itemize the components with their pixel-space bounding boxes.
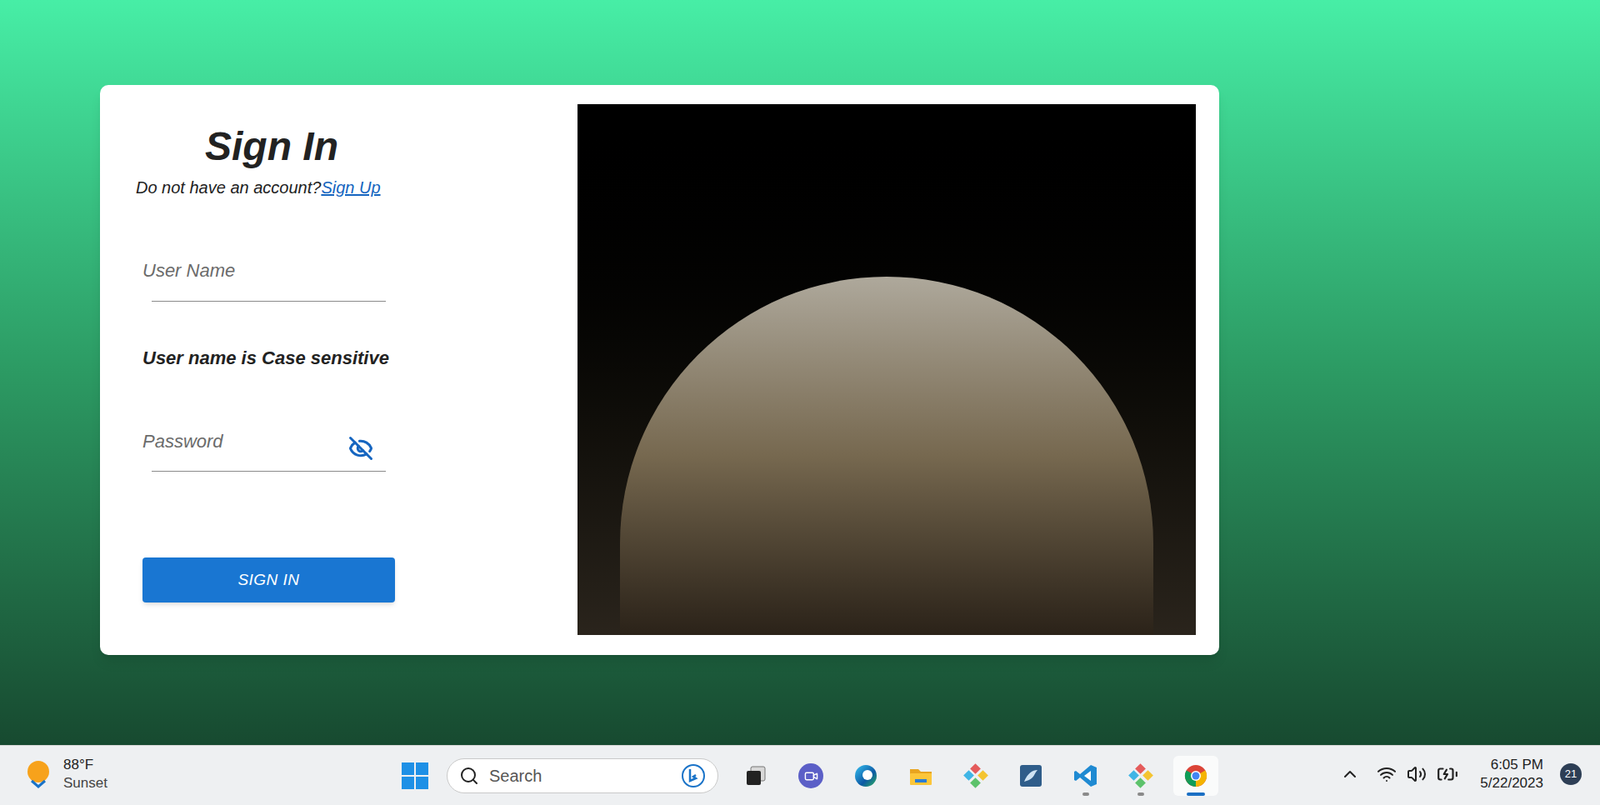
page: Sign In Do not have an account?Sign Up Use… <box>0 0 1600 745</box>
desktop: Sign In Do not have an account?Sign Up Use… <box>0 0 1600 805</box>
taskbar-app[interactable] <box>733 755 779 796</box>
weather-widget[interactable]: 88°FSunset <box>21 755 108 793</box>
signin-form: Sign In Do not have an account?Sign Up Use… <box>100 85 578 655</box>
search-input[interactable] <box>489 763 671 789</box>
running-indicator <box>1082 792 1090 796</box>
taskbar-app[interactable] <box>898 755 944 796</box>
taskbar-app[interactable] <box>1008 755 1054 796</box>
taskbar-app[interactable] <box>953 755 999 796</box>
wifi-icon <box>1376 764 1397 785</box>
eye-off-icon <box>348 435 374 461</box>
chevron-up-icon[interactable] <box>1340 764 1360 785</box>
signin-button[interactable]: SIGN IN <box>142 557 395 603</box>
username-hint: User name is Case sensitive <box>142 346 401 370</box>
password-underline <box>151 470 386 472</box>
system-tray[interactable] <box>1371 763 1464 785</box>
signup-link[interactable]: Sign Up <box>320 178 380 197</box>
username-underline <box>151 300 386 302</box>
weather-condition: Sunset <box>63 774 108 793</box>
notification-badge[interactable]: 21 <box>1560 763 1582 785</box>
taskbar-search[interactable] <box>446 758 719 794</box>
diamond-app-icon <box>1128 763 1154 789</box>
password-visibility-toggle[interactable] <box>347 435 375 462</box>
taskbar-app[interactable] <box>1173 755 1219 796</box>
taskbar: 88°FSunset 6:05 PM5/22/2023 21 <box>0 745 1600 805</box>
signin-card: Sign In Do not have an account?Sign Up Use… <box>100 85 1220 655</box>
running-indicator <box>1137 792 1145 796</box>
running-indicator <box>1186 792 1205 796</box>
chat-icon <box>798 763 824 789</box>
password-field <box>142 425 386 459</box>
folder-icon <box>908 763 934 789</box>
weather-temperature: 88°F <box>63 755 108 775</box>
taskbar-app[interactable] <box>1063 755 1109 796</box>
clock-time: 6:05 PM <box>1490 755 1544 775</box>
username-input[interactable] <box>142 254 386 288</box>
edge-icon <box>853 763 879 789</box>
taskbar-app[interactable] <box>843 755 889 796</box>
password-input[interactable] <box>142 425 351 459</box>
search-icon <box>459 765 480 786</box>
chrome-icon <box>1183 763 1209 789</box>
taskbar-app[interactable] <box>1118 755 1164 796</box>
vscode-icon <box>1073 763 1099 789</box>
start-button[interactable] <box>395 755 435 796</box>
clock[interactable]: 6:05 PM5/22/2023 <box>1475 755 1549 793</box>
windows-icon <box>400 761 430 790</box>
clock-date: 5/22/2023 <box>1480 774 1544 793</box>
workbench-icon <box>1018 763 1044 789</box>
volume-icon <box>1406 764 1427 785</box>
task-view-icon <box>743 763 769 789</box>
sunset-icon <box>21 757 55 791</box>
signin-title: Sign In <box>142 125 401 169</box>
battery-icon <box>1436 763 1459 785</box>
signup-prompt: Do not have an account?Sign Up <box>135 177 401 198</box>
diamond-app-icon <box>963 763 989 789</box>
books-photo <box>577 104 1196 635</box>
taskbar-app[interactable] <box>788 755 834 796</box>
bing-icon <box>680 763 706 789</box>
